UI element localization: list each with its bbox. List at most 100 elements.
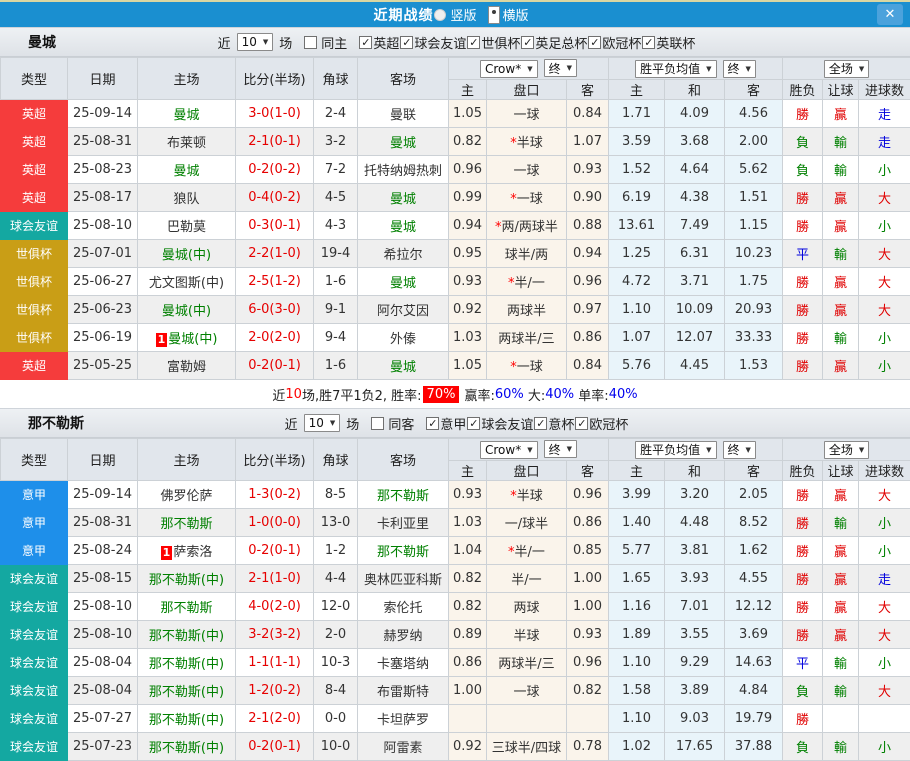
avg-type-select[interactable]: 胜平负均值▼ — [635, 441, 716, 459]
sub-header-5: 客 — [725, 461, 783, 481]
cell-home-odds: 0.86 — [449, 649, 487, 677]
league-checkbox-0[interactable]: ✓ — [426, 417, 439, 430]
league-checkbox-3[interactable]: ✓ — [521, 36, 534, 49]
handicap-text: 一球 — [513, 685, 539, 700]
cell-score: 0-4(0-2) — [236, 184, 314, 212]
league-checkbox-4[interactable]: ✓ — [588, 36, 601, 49]
cell-result-goals: 大 — [859, 677, 910, 705]
away-team-name: 曼联 — [390, 108, 416, 123]
cell-result-goals: 大 — [859, 621, 910, 649]
cell-away-team: 那不勒斯 — [358, 481, 449, 509]
handicap-text: 两球 — [513, 601, 539, 616]
cell-date: 25-08-15 — [68, 565, 138, 593]
cell-type: 英超 — [1, 352, 68, 380]
league-checkbox-0[interactable]: ✓ — [359, 36, 372, 49]
matches-table: 类型日期主场比分(半场)角球客场Crow*▼终▼胜平负均值▼终▼全场▼主盘口客主… — [0, 57, 910, 380]
sub-header-5: 客 — [725, 80, 783, 100]
table-row: 世俱杯25-07-01曼城(中)2-2(1-0)19-4希拉尔0.95球半/两0… — [1, 240, 910, 268]
away-team-name: 卡利亚里 — [377, 517, 429, 532]
cell-result-goals: 走 — [859, 565, 910, 593]
cell-avg-draw: 3.81 — [665, 537, 725, 565]
cell-date: 25-06-27 — [68, 268, 138, 296]
odds-time-select[interactable]: 终▼ — [544, 440, 577, 458]
cell-corners: 1-6 — [314, 268, 358, 296]
table-row: 意甲25-08-31那不勒斯1-0(0-0)13-0卡利亚里1.03一/球半0.… — [1, 509, 910, 537]
league-label-4: 欧冠杯 — [602, 33, 641, 52]
cell-avg-away: 8.52 — [725, 509, 783, 537]
league-checkbox-1[interactable]: ✓ — [400, 36, 413, 49]
cell-avg-draw: 3.68 — [665, 128, 725, 156]
sub-header-2: 客 — [567, 461, 609, 481]
cell-result-wdl: 勝 — [783, 481, 823, 509]
cell-date: 25-06-19 — [68, 324, 138, 352]
handicap-text: 半/一 — [515, 276, 545, 291]
away-team-name: 外傣 — [390, 332, 416, 347]
league-checkbox-2[interactable]: ✓ — [467, 36, 480, 49]
cell-avg-away: 4.84 — [725, 677, 783, 705]
league-checkbox-5[interactable]: ✓ — [642, 36, 655, 49]
league-checkbox-1[interactable]: ✓ — [467, 417, 480, 430]
cell-avg-away: 10.23 — [725, 240, 783, 268]
cell-away-odds: 0.88 — [567, 212, 609, 240]
bookmaker-select[interactable]: Crow*▼ — [480, 60, 538, 78]
cell-home-odds: 0.89 — [449, 621, 487, 649]
home-team-name: 布莱顿 — [167, 136, 206, 151]
scope-select[interactable]: 全场▼ — [824, 60, 869, 78]
half-score: (0-2) — [269, 190, 300, 205]
cell-away-team: 外傣 — [358, 324, 449, 352]
cell-type: 世俱杯 — [1, 296, 68, 324]
avg-time-select[interactable]: 终▼ — [723, 60, 756, 78]
home-team-name: 曼城(中) — [162, 248, 211, 263]
layout-horizontal-radio[interactable] — [488, 6, 500, 24]
stat-value-0: 60% — [495, 387, 524, 402]
chevron-down-icon: ▼ — [263, 38, 268, 46]
games-count-select[interactable]: 10▼ — [237, 33, 274, 51]
avg-time-select[interactable]: 终▼ — [723, 441, 756, 459]
sub-header-0: 主 — [449, 461, 487, 481]
table-row: 英超25-08-23曼城0-2(0-2)7-2托特纳姆热刺0.96一球0.931… — [1, 156, 910, 184]
layout-vertical-radio[interactable] — [434, 9, 446, 21]
cell-result-goals: 大 — [859, 593, 910, 621]
header-row-dropdowns: 类型日期主场比分(半场)角球客场Crow*▼终▼胜平负均值▼终▼全场▼ — [1, 439, 910, 461]
handicap-text: 两球半/三 — [498, 332, 554, 347]
full-score: 4-0 — [248, 599, 269, 614]
cell-avg-home: 3.59 — [609, 128, 665, 156]
scope-select[interactable]: 全场▼ — [824, 441, 869, 459]
half-score: (0-1) — [269, 543, 300, 558]
home-team-name: 曼城(中) — [168, 332, 217, 347]
games-count-select[interactable]: 10▼ — [304, 414, 341, 432]
cell-away-team: 奥林匹亚科斯 — [358, 565, 449, 593]
same-venue-checkbox[interactable] — [371, 417, 384, 430]
home-team-name: 那不勒斯(中) — [149, 741, 224, 756]
bookmaker-select[interactable]: Crow*▼ — [480, 441, 538, 459]
cell-result-handicap: 贏 — [823, 184, 859, 212]
cell-date: 25-08-23 — [68, 156, 138, 184]
cell-avg-away: 3.69 — [725, 621, 783, 649]
full-score: 1-3 — [248, 487, 269, 502]
cell-corners: 7-2 — [314, 156, 358, 184]
cell-corners: 8-5 — [314, 481, 358, 509]
half-score: (3-0) — [269, 302, 300, 317]
summary-line: 近10场,胜7平1负2, 胜率:70%赢率:60% 大:40% 单率:40% — [0, 380, 910, 408]
full-score: 0-2 — [248, 162, 269, 177]
cell-type: 世俱杯 — [1, 240, 68, 268]
col-header-3: 比分(半场) — [236, 439, 314, 481]
same-venue-checkbox[interactable] — [304, 36, 317, 49]
cell-type: 世俱杯 — [1, 324, 68, 352]
away-team-name: 托特纳姆热刺 — [364, 164, 442, 179]
filter-controls: 近10▼场同客✓意甲✓球会友谊✓意杯✓欧冠杯 — [282, 414, 629, 433]
league-checkbox-3[interactable]: ✓ — [575, 417, 588, 430]
cell-avg-away: 1.62 — [725, 537, 783, 565]
cell-result-wdl: 負 — [783, 733, 823, 761]
cell-home-odds: 1.04 — [449, 537, 487, 565]
cell-handicap — [487, 705, 567, 733]
handicap-text: 两球半/三 — [498, 657, 554, 672]
close-icon[interactable]: ✕ — [877, 4, 903, 25]
cell-away-odds: 0.93 — [567, 621, 609, 649]
avg-type-select[interactable]: 胜平负均值▼ — [635, 60, 716, 78]
chevron-down-icon: ▼ — [859, 65, 864, 73]
odds-time-select[interactable]: 终▼ — [544, 59, 577, 77]
handicap-text: 一/球半 — [505, 517, 548, 532]
league-checkbox-2[interactable]: ✓ — [534, 417, 547, 430]
chevron-down-icon: ▼ — [527, 446, 532, 454]
